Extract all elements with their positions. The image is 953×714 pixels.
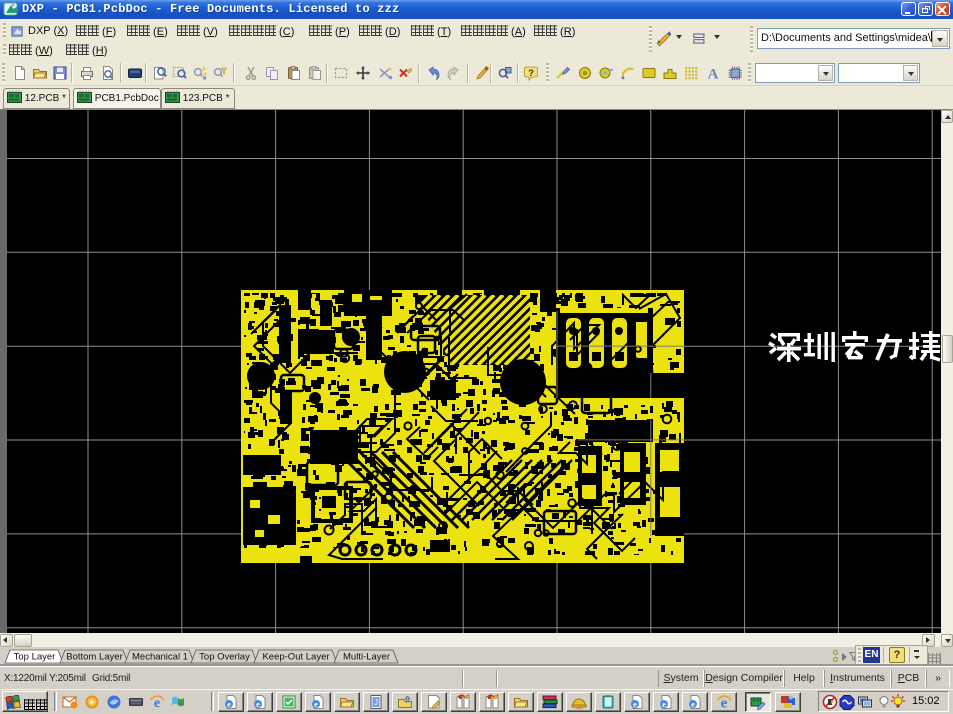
- svg-text:Bottom Layer: Bottom Layer: [66, 652, 123, 663]
- svg-text:Multi-Layer: Multi-Layer: [343, 652, 390, 663]
- svg-text:e: e: [691, 699, 695, 709]
- svg-text:e: e: [314, 699, 318, 709]
- svg-text:e: e: [227, 699, 231, 709]
- svg-text:e: e: [662, 699, 666, 709]
- svg-text:Top Layer: Top Layer: [14, 652, 56, 663]
- svg-text:A: A: [708, 67, 719, 82]
- svg-text:Mechanical 1: Mechanical 1: [132, 652, 188, 663]
- svg-text:e: e: [633, 699, 637, 709]
- svg-text:Top Overlay: Top Overlay: [199, 652, 250, 663]
- svg-text:Keep-Out Layer: Keep-Out Layer: [262, 652, 329, 663]
- svg-text:e: e: [721, 696, 728, 711]
- svg-text:e: e: [154, 696, 160, 710]
- svg-text:J: J: [374, 698, 378, 707]
- svg-text:?: ?: [528, 68, 534, 79]
- svg-text:e: e: [256, 699, 260, 709]
